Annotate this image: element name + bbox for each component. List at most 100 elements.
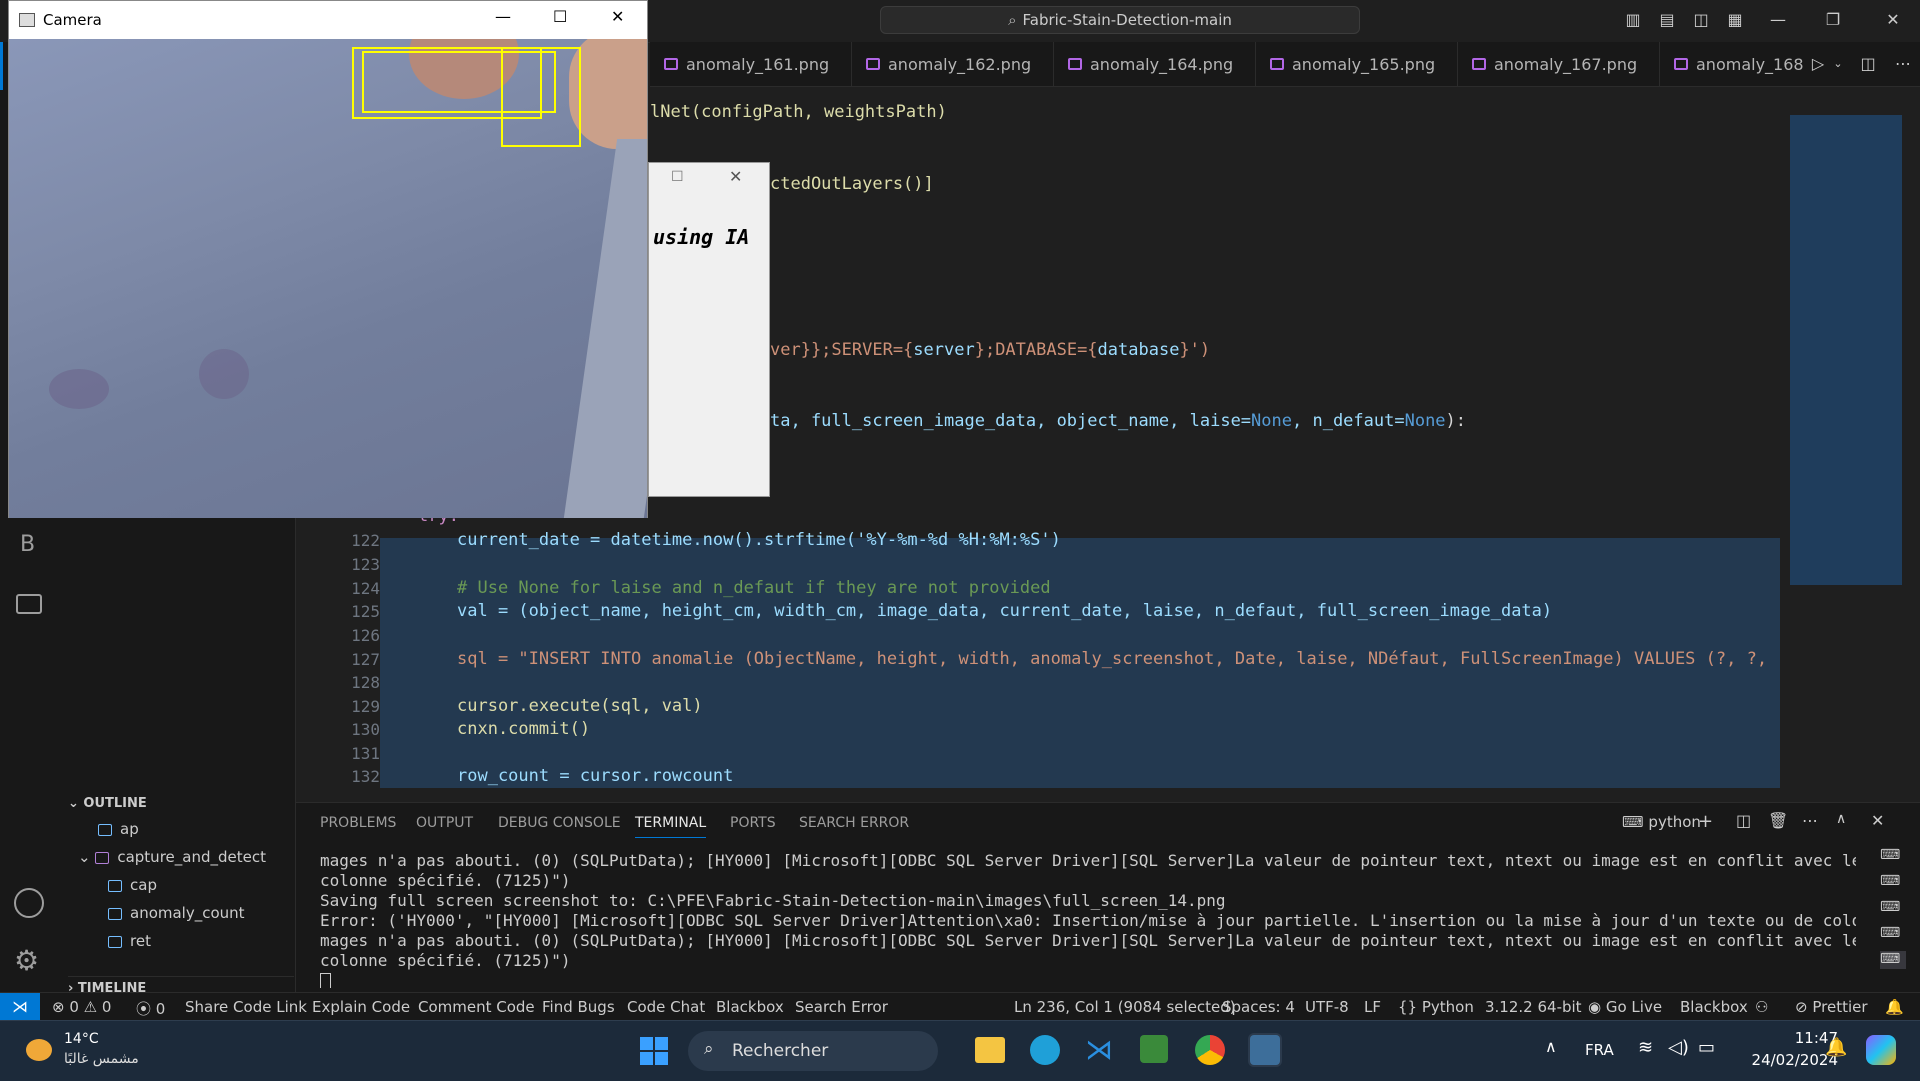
comment-code[interactable]: Comment Code: [418, 998, 535, 1016]
outline-item-cap[interactable]: cap: [108, 876, 157, 894]
maximize-icon[interactable]: ☐: [671, 169, 684, 185]
more-actions-icon[interactable]: ⋯: [1890, 52, 1916, 76]
encoding[interactable]: UTF-8: [1305, 998, 1349, 1016]
prettier[interactable]: ⊘ Prettier: [1795, 998, 1868, 1016]
taskbar-search[interactable]: ⌕ Rechercher: [688, 1031, 938, 1071]
camera-title-bar[interactable]: Camera — ☐ ✕: [9, 1, 647, 39]
input-language[interactable]: FRA: [1585, 1041, 1614, 1059]
python-icon[interactable]: [1250, 1035, 1280, 1065]
code-line: val = (object_name, height_cm, width_cm,…: [457, 601, 1553, 621]
tab-output[interactable]: OUTPUT: [416, 815, 473, 831]
close-icon[interactable]: ✕: [1880, 8, 1906, 32]
tab-problems[interactable]: PROBLEMS: [320, 815, 396, 831]
battery-icon[interactable]: ▭: [1698, 1037, 1715, 1058]
volume-icon[interactable]: ◁): [1668, 1037, 1689, 1058]
tab-anomaly-167[interactable]: anomaly_167.png: [1458, 42, 1660, 86]
camera-window[interactable]: Camera — ☐ ✕: [8, 0, 648, 518]
terminal-instance-icon[interactable]: ⌨: [1880, 847, 1906, 865]
copilot-icon[interactable]: [1866, 1035, 1896, 1065]
ports-status[interactable]: ⦿ 0: [136, 998, 165, 1019]
chat-icon[interactable]: [16, 594, 42, 614]
close-panel-icon[interactable]: ✕: [1871, 811, 1884, 830]
edge-icon[interactable]: [1030, 1035, 1060, 1065]
blackbox-icon[interactable]: B: [20, 532, 35, 557]
maximize-panel-icon[interactable]: ∧: [1836, 811, 1846, 827]
maximize-icon[interactable]: ☐: [553, 7, 567, 26]
tab-anomaly-164[interactable]: anomaly_164.png: [1054, 42, 1256, 86]
go-live[interactable]: ◉ Go Live: [1588, 998, 1662, 1016]
outline-item-ap[interactable]: ap: [98, 820, 139, 838]
gear-icon[interactable]: ⚙: [14, 946, 39, 976]
notification-icon[interactable]: 🔔: [1825, 1037, 1847, 1058]
tab-debug-console[interactable]: DEBUG CONSOLE: [498, 815, 621, 831]
tab-anomaly-165[interactable]: anomaly_165.png: [1256, 42, 1458, 86]
new-terminal-icon[interactable]: +: [1698, 811, 1713, 832]
tab-ports[interactable]: PORTS: [730, 815, 776, 831]
app-icon[interactable]: [1140, 1035, 1168, 1063]
tab-terminal[interactable]: TERMINAL: [635, 815, 707, 838]
line-number: 122: [351, 531, 380, 550]
more-actions-icon[interactable]: ⋯: [1802, 811, 1818, 830]
terminal-shell-selector[interactable]: ⌨ python: [1622, 813, 1701, 831]
blackbox-status[interactable]: Blackbox: [716, 998, 784, 1016]
close-icon[interactable]: ✕: [611, 7, 624, 26]
terminal-instance-icon[interactable]: ⌨: [1880, 925, 1906, 943]
minimize-icon[interactable]: —: [1765, 8, 1791, 32]
problems-status[interactable]: ⊗ 0 ⚠ 0: [52, 998, 111, 1016]
remote-icon[interactable]: ⋊: [0, 993, 40, 1021]
toggle-primary-sidebar-icon[interactable]: ▥: [1620, 8, 1646, 32]
share-code-link[interactable]: Share Code Link: [185, 998, 307, 1016]
toggle-panel-icon[interactable]: ▤: [1654, 8, 1680, 32]
chevron-down-icon[interactable]: ⌄: [1825, 52, 1851, 76]
code-chat[interactable]: Code Chat: [627, 998, 705, 1016]
command-center-search[interactable]: ⌕ Fabric-Stain-Detection-main: [880, 6, 1360, 34]
split-editor-icon[interactable]: ◫: [1855, 52, 1881, 76]
close-icon[interactable]: ✕: [729, 167, 742, 186]
tab-anomaly-162[interactable]: anomaly_162.png: [852, 42, 1054, 86]
outline-item-ret[interactable]: ret: [108, 932, 151, 950]
split-terminal-icon[interactable]: ◫: [1736, 811, 1751, 830]
outline-header[interactable]: ⌄ OUTLINE: [68, 796, 147, 811]
find-bugs[interactable]: Find Bugs: [542, 998, 615, 1016]
terminal-instance-icon[interactable]: ⌨: [1880, 899, 1906, 917]
search-error-status[interactable]: Search Error: [795, 998, 888, 1016]
weather-icon[interactable]: [26, 1039, 52, 1061]
tab-anomaly-161[interactable]: anomaly_161.png: [650, 42, 852, 86]
indentation[interactable]: Spaces: 4: [1222, 998, 1295, 1016]
outline-item-anomaly-count[interactable]: anomaly_count: [108, 904, 245, 922]
bell-icon[interactable]: 🔔: [1885, 998, 1904, 1016]
clock-date[interactable]: 24/02/2024: [1738, 1051, 1838, 1069]
terminal-instance-icon[interactable]: ⌨: [1880, 951, 1906, 969]
tab-search-error[interactable]: SEARCH ERROR: [799, 815, 909, 831]
file-explorer-icon[interactable]: [975, 1037, 1005, 1063]
toggle-secondary-sidebar-icon[interactable]: ◫: [1688, 8, 1714, 32]
terminal-output[interactable]: mages n'a pas abouti. (0) (SQLPutData); …: [296, 843, 1856, 988]
maximize-icon[interactable]: ❐: [1820, 8, 1846, 32]
wifi-icon[interactable]: ≋: [1638, 1037, 1653, 1058]
vscode-icon[interactable]: ⋊: [1085, 1035, 1113, 1065]
language-mode[interactable]: {} Python: [1398, 998, 1474, 1016]
variable-icon: [108, 879, 122, 892]
blackbox-right[interactable]: Blackbox: [1680, 998, 1748, 1016]
account-icon[interactable]: [14, 888, 44, 918]
python-version[interactable]: 3.12.2 64-bit: [1485, 998, 1582, 1016]
customize-layout-icon[interactable]: ▦: [1722, 8, 1748, 32]
app-dialog[interactable]: ☐ ✕ using IA: [648, 162, 770, 497]
weather-desc[interactable]: مشمس غالبًا: [64, 1051, 139, 1067]
chevron-up-icon[interactable]: ∧: [1545, 1037, 1557, 1056]
eol[interactable]: LF: [1364, 998, 1381, 1016]
terminal-line: colonne spécifié. (7125)"): [320, 951, 571, 970]
weather-temp[interactable]: 14°C: [64, 1031, 99, 1047]
trash-icon[interactable]: 🗑: [1768, 811, 1788, 830]
cursor-position[interactable]: Ln 236, Col 1 (9084 selected): [1014, 998, 1236, 1016]
outline-item-capture-and-detect[interactable]: ⌄ capture_and_detect: [78, 848, 266, 866]
minimap[interactable]: [1790, 115, 1902, 585]
tab-anomaly-168[interactable]: anomaly_168: [1660, 42, 1810, 86]
copilot-icon[interactable]: ⚇: [1755, 998, 1768, 1016]
windows-start-icon[interactable]: [640, 1037, 668, 1065]
image-file-icon: [1270, 58, 1284, 70]
terminal-instance-icon[interactable]: ⌨: [1880, 873, 1906, 891]
minimize-icon[interactable]: —: [495, 7, 511, 26]
explain-code[interactable]: Explain Code: [312, 998, 410, 1016]
chrome-icon[interactable]: [1195, 1035, 1225, 1065]
